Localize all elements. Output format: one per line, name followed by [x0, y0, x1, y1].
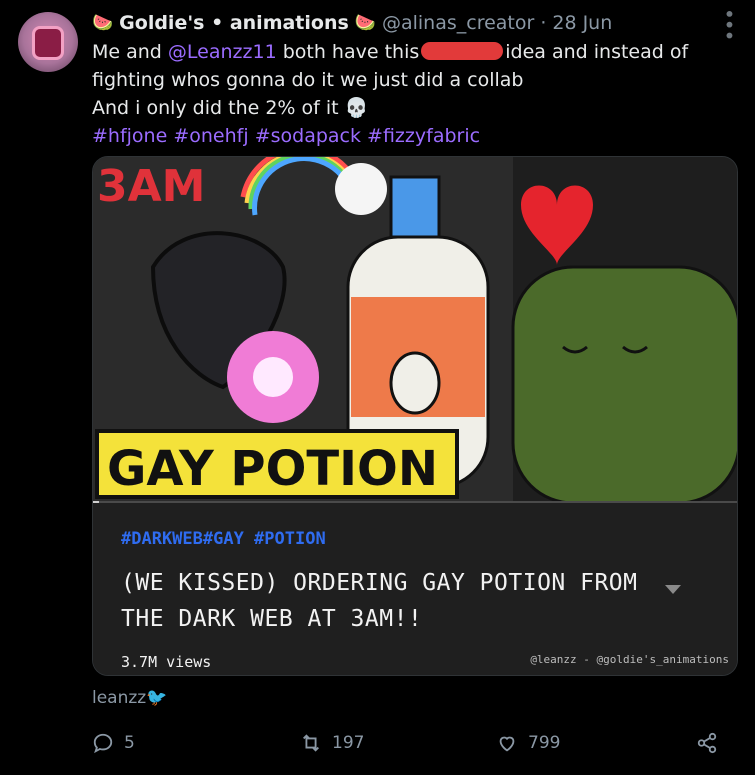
text-line-3: And i only did the 2% of it — [92, 97, 345, 119]
user-handle[interactable]: @alinas_creator — [382, 12, 534, 34]
video-thumbnail[interactable]: 3AM GAY POTION — [93, 157, 738, 503]
hashtag-link[interactable]: #fizzyfabric — [367, 125, 480, 147]
like-count: 799 — [528, 733, 561, 753]
more-options-icon[interactable]: ••• — [717, 8, 741, 40]
text-segment: idea and instead of — [505, 41, 689, 63]
hashtag-link[interactable]: #onehfj — [173, 125, 248, 147]
watermelon-emoji: 🍉 — [92, 13, 114, 33]
video-info-panel: #DARKWEB#GAY #POTION (WE KISSED) ORDERIN… — [93, 503, 737, 675]
share-button[interactable] — [696, 732, 718, 754]
video-title[interactable]: (WE KISSED) ORDERING GAY POTION FROM THE… — [121, 565, 641, 637]
reply-button[interactable]: 5 — [92, 732, 135, 754]
mention-link[interactable]: @Leanzz11 — [168, 41, 277, 63]
tweet-date[interactable]: 28 Jun — [552, 12, 612, 34]
video-views: 3.7M views — [121, 653, 212, 671]
chevron-down-icon[interactable] — [665, 585, 681, 594]
share-icon — [697, 732, 717, 754]
redaction-mark — [421, 42, 504, 60]
tweet-text: Me and @Leanzz11 both have this idea and … — [92, 38, 732, 150]
repost-button[interactable]: 197 — [300, 732, 364, 754]
thumbnail-title: GAY POTION — [107, 441, 438, 497]
like-button[interactable]: 799 — [496, 732, 560, 754]
skull-emoji: 💀 — [344, 97, 369, 119]
hashtag-link[interactable]: #sodapack — [255, 125, 361, 147]
separator: · — [540, 12, 547, 34]
hashtag-link[interactable]: #hfjone — [92, 125, 167, 147]
display-name[interactable]: Goldie's • animations — [119, 12, 349, 34]
thumbnail-corner-text: 3AM — [97, 161, 205, 212]
bird-icon: 🐦 — [146, 688, 168, 708]
text-segment: Me and — [92, 41, 168, 63]
repost-icon — [303, 734, 319, 752]
video-card[interactable]: 3AM GAY POTION #DARKWEB#GAY #POTION (WE … — [92, 156, 738, 676]
tweet-header: 🍉 Goldie's • animations 🍉 @alinas_creato… — [92, 10, 715, 36]
video-hashtags[interactable]: #DARKWEB#GAY #POTION — [121, 529, 326, 549]
avatar[interactable] — [18, 12, 78, 72]
footnote-text: leanzz — [92, 688, 147, 708]
hashtag-row: #hfjone #onehfj #sodapack #fizzyfabric — [92, 122, 732, 150]
tweet-actions: 5 197 799 — [92, 732, 722, 760]
reply-count: 5 — [124, 733, 135, 753]
repost-count: 197 — [332, 733, 365, 753]
video-credit: @leanzz - @goldie's_animations — [530, 653, 729, 666]
cloud-decoration — [335, 163, 387, 215]
backpack-illustration — [511, 265, 737, 503]
watermelon-emoji-2: 🍉 — [354, 13, 376, 33]
footnote: leanzz🐦 — [92, 688, 167, 708]
text-segment: both have this — [276, 41, 420, 63]
heart-outline-icon — [499, 736, 515, 752]
reply-icon — [93, 733, 113, 754]
text-line-2: fighting whos gonna do it we just did a … — [92, 69, 524, 91]
